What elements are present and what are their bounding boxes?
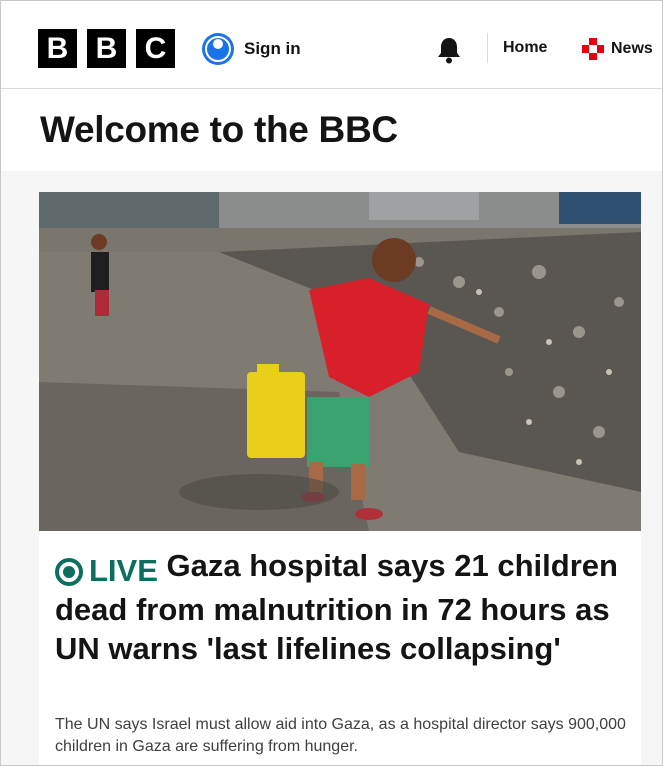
notification-bell-icon[interactable]	[436, 36, 462, 64]
user-icon	[202, 33, 234, 65]
page-title: Welcome to the BBC	[40, 109, 398, 150]
nav-news-link[interactable]: News	[581, 37, 653, 61]
nav-news-label: News	[611, 40, 653, 57]
logo-letter-b1: B	[38, 29, 77, 68]
welcome-section: Welcome to the BBC	[1, 89, 662, 171]
story-headline[interactable]: LIVE Gaza hospital says 21 children dead…	[55, 546, 630, 668]
live-indicator-icon	[55, 558, 83, 586]
header-divider	[487, 33, 488, 63]
top-story-card[interactable]: LIVE Gaza hospital says 21 children dead…	[39, 192, 641, 765]
news-cross-icon	[582, 38, 604, 60]
bbc-logo[interactable]: B B C	[38, 29, 175, 68]
story-photo-illustration	[39, 192, 641, 531]
browser-viewport: B B C Sign in Home News Welcome to the B…	[0, 0, 663, 766]
story-image[interactable]	[39, 192, 641, 531]
live-label: LIVE	[89, 552, 158, 588]
nav-home-link[interactable]: Home	[503, 39, 547, 57]
site-header: B B C Sign in Home News	[1, 1, 662, 89]
sign-in-label: Sign in	[244, 39, 301, 58]
story-summary: The UN says Israel must allow aid into G…	[55, 716, 626, 755]
logo-letter-c: C	[136, 29, 175, 68]
sign-in-link[interactable]: Sign in	[202, 33, 301, 65]
live-badge: LIVE	[55, 551, 158, 590]
logo-letter-b2: B	[87, 29, 126, 68]
